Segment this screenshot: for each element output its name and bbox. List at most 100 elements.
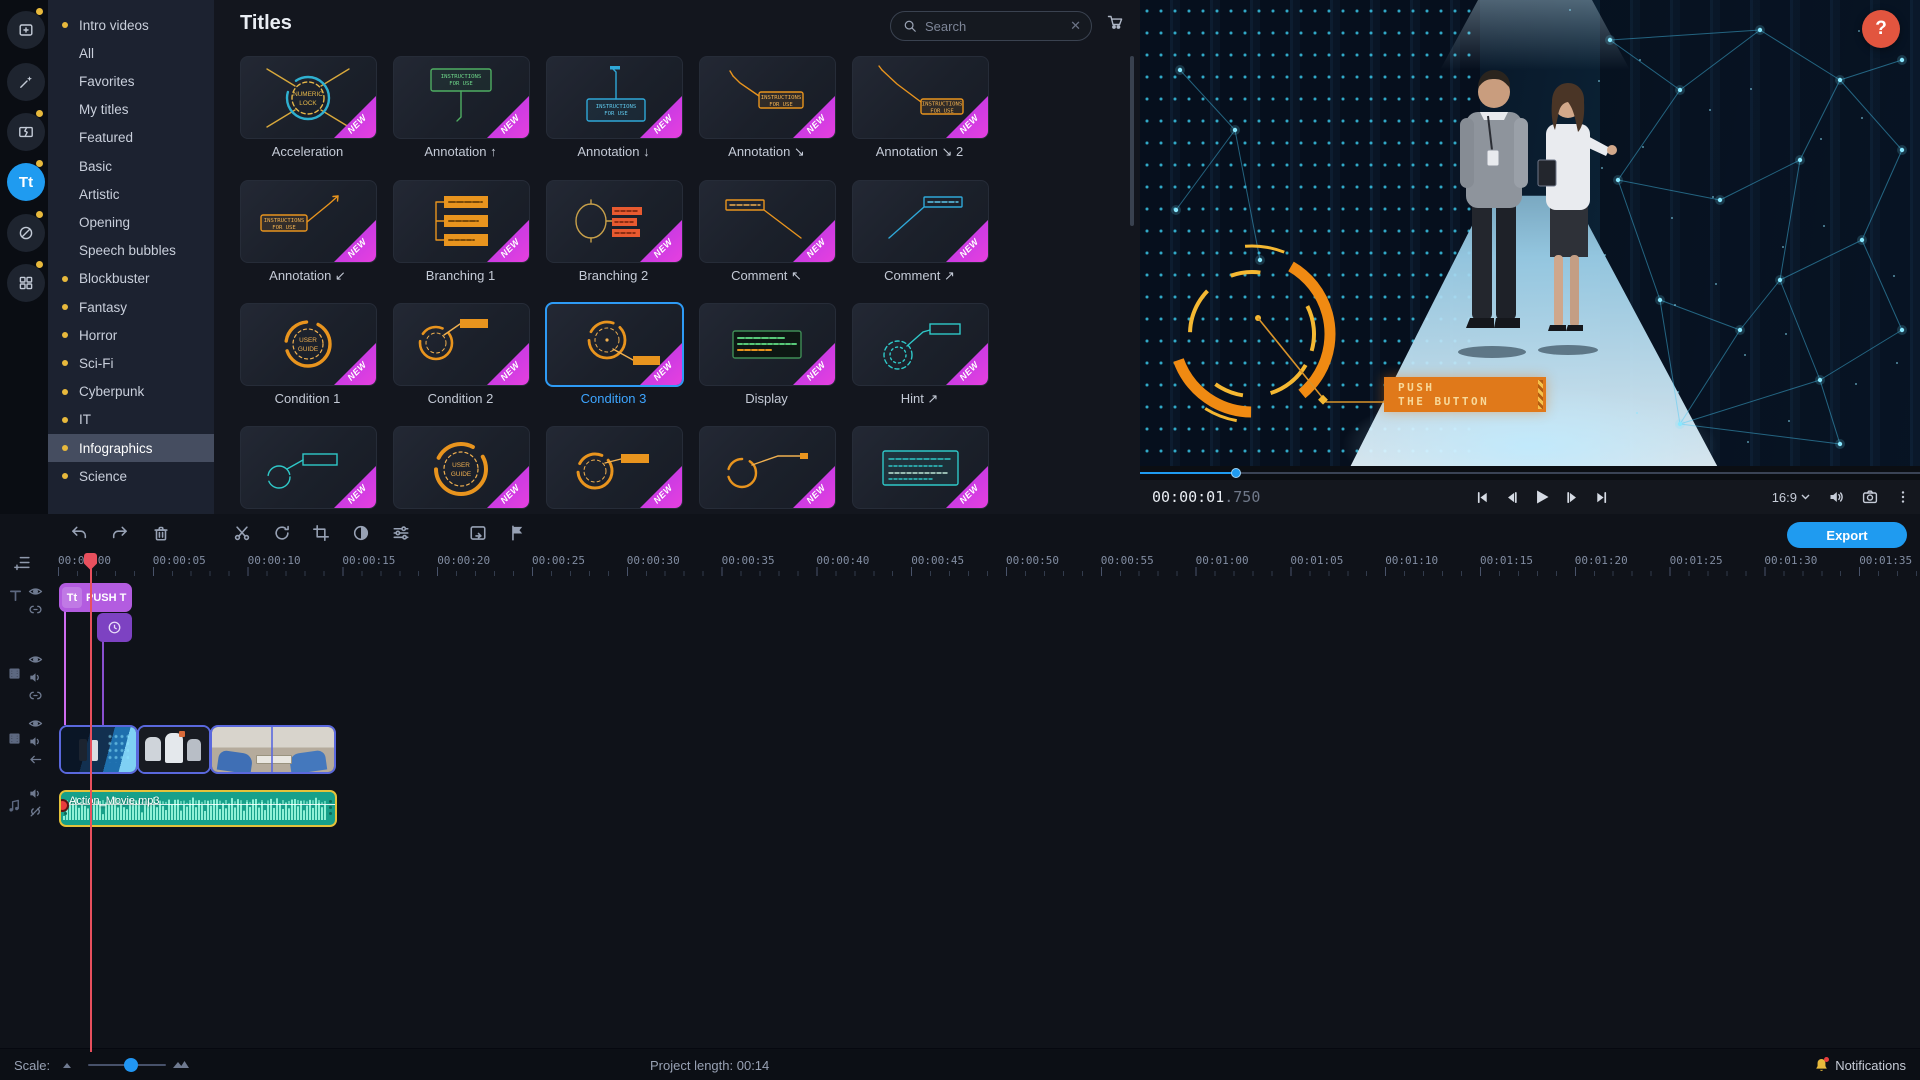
seek-bar[interactable] <box>1140 466 1920 480</box>
element-clip[interactable] <box>97 613 132 642</box>
sidebar-item-infographics[interactable]: Infographics <box>48 434 214 462</box>
rotate-button[interactable] <box>273 524 291 542</box>
rail-item-stickers[interactable] <box>7 214 45 252</box>
playhead-line[interactable] <box>90 568 92 1052</box>
eye-toggle[interactable] <box>28 584 43 599</box>
sidebar-item-science[interactable]: Science <box>48 462 214 490</box>
title-card-annotation-[interactable]: INSTRUCTIONSFOR USENEW <box>240 180 377 263</box>
panel-scrollbar[interactable] <box>1130 56 1134 226</box>
title-card-condition-1[interactable]: USERGUIDENEW <box>240 303 377 386</box>
sidebar-item-sci-fi[interactable]: Sci-Fi <box>48 349 214 377</box>
sidebar-item-favorites[interactable]: Favorites <box>48 67 214 95</box>
sidebar-item-featured[interactable]: Featured <box>48 124 214 152</box>
sidebar-item-it[interactable]: IT <box>48 406 214 434</box>
sidebar-item-intro-videos[interactable]: Intro videos <box>48 11 214 39</box>
sidebar-item-blockbuster[interactable]: Blockbuster <box>48 265 214 293</box>
sidebar-item-artistic[interactable]: Artistic <box>48 180 214 208</box>
title-card-row4-4[interactable]: NEW <box>699 426 836 509</box>
delete-button[interactable] <box>152 524 170 542</box>
seek-track[interactable] <box>1140 472 1920 474</box>
title-card-comment-[interactable]: NEW <box>852 180 989 263</box>
crop-button[interactable] <box>312 524 330 542</box>
svg-text:INSTRUCTIONS: INSTRUCTIONS <box>922 102 962 108</box>
export-button[interactable]: Export <box>1787 522 1907 548</box>
video-clip-3[interactable] <box>210 725 336 774</box>
aspect-ratio-select[interactable]: 16:9 <box>1772 490 1810 505</box>
title-card-condition-2[interactable]: NEW <box>393 303 530 386</box>
marker-flag-button[interactable] <box>508 524 526 542</box>
audio-toggle[interactable] <box>28 734 43 749</box>
rail-item-media[interactable] <box>7 11 45 49</box>
overlay-pip-button[interactable] <box>469 524 487 542</box>
audio-toggle[interactable] <box>28 786 43 801</box>
link-toggle[interactable] <box>28 602 43 617</box>
title-card-annotation-[interactable]: INSTRUCTIONSFOR USENEW <box>699 56 836 139</box>
search-input[interactable]: Search ✕ <box>890 11 1092 41</box>
video-frame[interactable]: PUSH THE BUTTON ? <box>1140 0 1920 466</box>
title-card-row4-2[interactable]: USERGUIDENEW <box>393 426 530 509</box>
link-toggle[interactable] <box>28 688 43 703</box>
add-track-icon[interactable] <box>14 554 31 571</box>
properties-sliders-button[interactable] <box>392 524 410 542</box>
title-card-hint-[interactable]: NEW <box>852 303 989 386</box>
prev-frame-button[interactable] <box>1504 490 1519 505</box>
sidebar-item-cyberpunk[interactable]: Cyberpunk <box>48 378 214 406</box>
title-card-annotation-2[interactable]: INSTRUCTIONSFOR USENEW <box>852 56 989 139</box>
title-clip[interactable]: Tt PUSH T <box>59 583 132 612</box>
title-card-display[interactable]: NEW <box>699 303 836 386</box>
title-card-condition-3[interactable]: NEW <box>545 302 684 387</box>
sidebar-item-opening[interactable]: Opening <box>48 208 214 236</box>
sidebar-item-my-titles[interactable]: My titles <box>48 96 214 124</box>
snapshot-camera-icon[interactable] <box>1862 489 1878 505</box>
unlink-toggle[interactable] <box>28 804 43 819</box>
undo-button[interactable] <box>70 524 88 542</box>
rail-item-more-tools[interactable] <box>7 264 45 302</box>
zoom-out-icon[interactable] <box>62 1059 75 1069</box>
help-button[interactable]: ? <box>1862 10 1900 48</box>
title-card-branching-1[interactable]: NEW <box>393 180 530 263</box>
video-clip-1[interactable] <box>59 725 138 774</box>
redo-button[interactable] <box>111 524 129 542</box>
title-card-label: Annotation ↘ <box>699 144 834 160</box>
eye-toggle[interactable] <box>28 716 43 731</box>
seek-knob[interactable] <box>1231 468 1241 478</box>
status-bar: Scale: Project length: 00:14 Notificatio… <box>0 1048 1920 1080</box>
timeline-ruler[interactable]: 00:00:0000:00:0500:00:1000:00:1500:00:20… <box>48 552 1920 576</box>
cart-icon[interactable] <box>1107 14 1123 30</box>
next-frame-button[interactable] <box>1565 490 1580 505</box>
audio-toggle[interactable] <box>28 670 43 685</box>
title-card-row4-5[interactable]: NEW <box>852 426 989 509</box>
title-card-label: Annotation ↙ <box>240 268 375 284</box>
title-card-branching-2[interactable]: NEW <box>546 180 683 263</box>
title-card-row4-1[interactable]: NEW <box>240 426 377 509</box>
sidebar-item-fantasy[interactable]: Fantasy <box>48 293 214 321</box>
rail-item-filters[interactable] <box>7 63 45 101</box>
rail-item-transitions[interactable] <box>7 113 45 151</box>
clear-search-icon[interactable]: ✕ <box>1070 18 1081 34</box>
trim-handle-right[interactable] <box>329 800 332 818</box>
skip-end-button[interactable] <box>1594 490 1609 505</box>
title-card-row4-3[interactable]: NEW <box>546 426 683 509</box>
scale-slider-knob[interactable] <box>124 1058 138 1072</box>
title-card-comment-[interactable]: NEW <box>699 180 836 263</box>
title-card-annotation-[interactable]: INSTRUCTIONSFOR USENEW <box>546 56 683 139</box>
rail-item-titles[interactable]: Tt <box>7 163 45 201</box>
eye-toggle[interactable] <box>28 652 43 667</box>
video-clip-2[interactable] <box>137 725 211 774</box>
sidebar-item-speech-bubbles[interactable]: Speech bubbles <box>48 237 214 265</box>
sidebar-item-horror[interactable]: Horror <box>48 321 214 349</box>
zoom-in-icon[interactable] <box>172 1057 190 1069</box>
return-arrow-toggle[interactable] <box>28 752 43 767</box>
color-adjust-button[interactable] <box>352 524 370 542</box>
sidebar-item-all[interactable]: All <box>48 39 214 67</box>
sidebar-item-basic[interactable]: Basic <box>48 152 214 180</box>
split-scissors-button[interactable] <box>233 524 251 542</box>
kebab-menu-icon[interactable] <box>1896 489 1910 505</box>
volume-icon[interactable] <box>1828 489 1844 505</box>
skip-start-button[interactable] <box>1475 490 1490 505</box>
title-card-acceleration[interactable]: NUMERICLOCKNEW <box>240 56 377 139</box>
title-card-annotation-[interactable]: INSTRUCTIONSFOR USENEW <box>393 56 530 139</box>
audio-clip[interactable]: Action_Movie.mp3 <box>59 790 337 827</box>
notifications-button[interactable]: Notifications <box>1814 1057 1906 1073</box>
play-button[interactable] <box>1533 488 1551 506</box>
